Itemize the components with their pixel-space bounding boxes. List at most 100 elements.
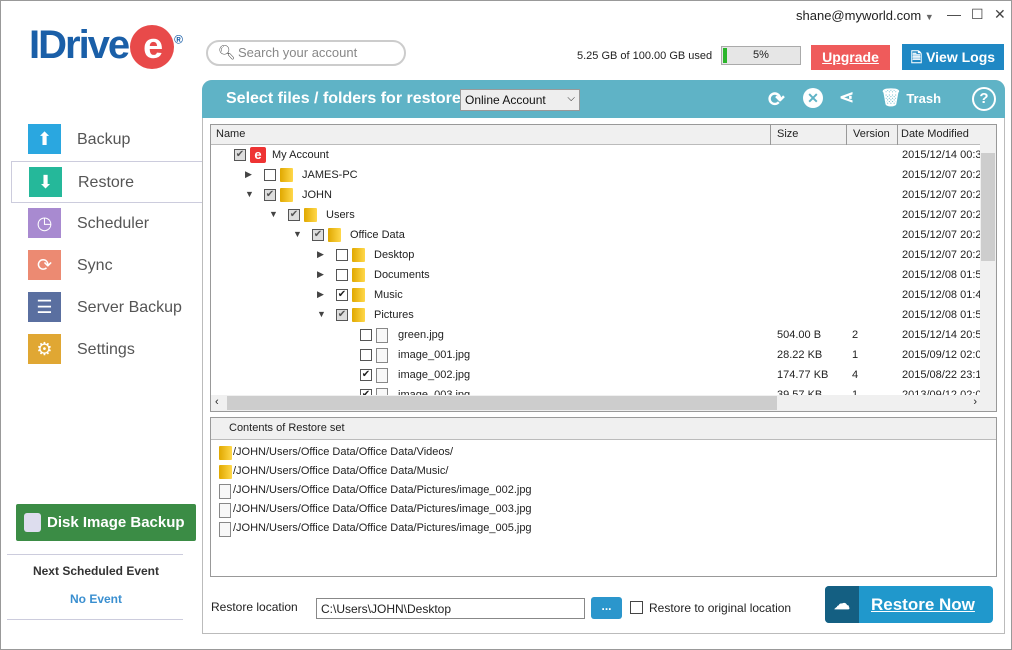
next-event-value: No Event <box>69 592 122 606</box>
maximize-button[interactable]: ☐ <box>971 6 984 23</box>
trash-icon: 🗑︎ <box>880 88 902 107</box>
checkbox[interactable] <box>360 329 372 341</box>
folder-icon <box>352 268 365 282</box>
tree-row[interactable]: ✔ e My Account 2015/12/14 00:3 <box>211 145 982 165</box>
share-icon[interactable]: ⋖ <box>839 87 854 108</box>
close-button[interactable]: ✕ <box>994 6 1006 23</box>
cancel-icon[interactable]: ✕ <box>803 88 823 108</box>
folder-icon <box>280 188 293 202</box>
expand-icon[interactable]: ▶ <box>317 269 324 280</box>
file-tree: Name Size Version Date Modified ✔ e My Acc… <box>210 124 997 412</box>
upgrade-button[interactable]: Upgrade <box>811 45 890 70</box>
expand-icon[interactable]: ▶ <box>245 169 252 180</box>
file-icon <box>376 368 388 383</box>
server-icon: ☰ <box>28 292 61 322</box>
file-icon <box>376 328 388 343</box>
restore-original-checkbox[interactable]: Restore to original location <box>630 601 791 615</box>
tree-row[interactable]: green.jpg 504.00 B 2 2015/12/14 20:5 <box>211 325 982 345</box>
tree-row[interactable]: ▼ ✔ Office Data 2015/12/07 20:2 <box>211 225 982 245</box>
row-date: 2015/12/07 20:2 <box>902 189 982 201</box>
collapse-icon[interactable]: ▼ <box>293 229 302 239</box>
restore-set-path: /JOHN/Users/Office Data/Office Data/Musi… <box>233 465 449 477</box>
hard-disk-icon <box>24 513 41 532</box>
expand-icon[interactable]: ▶ <box>317 289 324 300</box>
checkbox[interactable]: ✔ <box>312 229 324 241</box>
collapse-icon[interactable]: ▼ <box>317 309 326 319</box>
restore-location-input[interactable]: C:\Users\JOHN\Desktop <box>316 598 585 619</box>
tree-row[interactable]: ▶ JAMES-PC 2015/12/07 20:2 <box>211 165 982 185</box>
column-size[interactable]: Size <box>777 128 798 140</box>
search-input[interactable]: 🔍︎ Search your account <box>206 40 406 66</box>
sidebar-item-sync[interactable]: ⟳ Sync <box>11 245 203 287</box>
row-name: Pictures <box>374 309 414 321</box>
help-icon[interactable]: ? <box>972 87 996 111</box>
row-name: Desktop <box>374 249 415 261</box>
checkbox[interactable]: ✔ <box>336 289 348 301</box>
download-arrow-icon: ⬇ <box>29 167 62 197</box>
restore-set-path: /JOHN/Users/Office Data/Office Data/Pict… <box>233 484 532 496</box>
tree-row[interactable]: ▶ Desktop 2015/12/07 20:2 <box>211 245 982 265</box>
row-date: 2015/12/08 01:4 <box>902 289 982 301</box>
sidebar-item-restore[interactable]: ⬇ Restore <box>11 161 204 203</box>
horizontal-scrollbar[interactable]: ‹ › <box>211 395 996 411</box>
divider <box>7 619 183 620</box>
refresh-icon[interactable]: ⟳ <box>768 87 785 112</box>
view-logs-label: View Logs <box>926 49 996 65</box>
row-date: 2015/12/07 20:2 <box>902 209 982 221</box>
row-name: image_002.jpg <box>398 369 471 381</box>
column-name[interactable]: Name <box>216 128 245 140</box>
collapse-icon[interactable]: ▼ <box>245 189 254 199</box>
checkbox[interactable]: ✔ <box>288 209 300 221</box>
sidebar-item-label: Backup <box>77 131 131 148</box>
sidebar-item-server-backup[interactable]: ☰ Server Backup <box>11 287 203 329</box>
storage-percent: 5% <box>753 49 769 61</box>
row-name: green.jpg <box>398 329 444 341</box>
account-select[interactable]: Online Account ⌵ <box>460 89 580 111</box>
trash-button[interactable]: 🗑︎ Trash <box>880 88 941 108</box>
tree-row[interactable]: ✔ image_002.jpg 174.77 KB 4 2015/08/22 23:1 <box>211 365 982 385</box>
column-date-modified[interactable]: Date Modified <box>901 128 969 140</box>
file-icon <box>219 503 231 518</box>
row-size: 28.22 KB <box>777 349 823 361</box>
vertical-scrollbar[interactable] <box>980 125 996 395</box>
row-date: 2015/12/08 01:5 <box>902 269 982 281</box>
tree-row[interactable]: ▼ ✔ JOHN 2015/12/07 20:2 <box>211 185 982 205</box>
sidebar-item-backup[interactable]: ⬆ Backup <box>11 119 203 161</box>
panel-title: Select files / folders for restore <box>226 90 461 107</box>
checkbox[interactable] <box>336 269 348 281</box>
restore-now-button[interactable]: ☁ Restore Now <box>825 586 993 623</box>
storage-progress-fill <box>723 48 727 63</box>
checkbox[interactable] <box>360 349 372 361</box>
view-logs-button[interactable]: 🗎 View Logs <box>902 44 1004 70</box>
expand-icon[interactable]: ▶ <box>317 249 324 260</box>
sidebar-item-scheduler[interactable]: ◷ Scheduler <box>11 203 203 245</box>
account-menu[interactable]: shane@myworld.com ▼ <box>796 8 934 23</box>
tree-row[interactable]: ▼ ✔ Pictures 2015/12/08 01:5 <box>211 305 982 325</box>
minimize-button[interactable]: — <box>947 6 961 22</box>
restore-original-label: Restore to original location <box>649 601 792 615</box>
column-version[interactable]: Version <box>853 128 890 140</box>
folder-icon <box>280 168 293 182</box>
logo-e: e <box>130 25 175 69</box>
scroll-thumb[interactable] <box>227 396 777 410</box>
checkbox[interactable]: ✔ <box>234 149 246 161</box>
tree-row[interactable]: ▶ ✔ Music 2015/12/08 01:4 <box>211 285 982 305</box>
collapse-icon[interactable]: ▼ <box>269 209 278 219</box>
scroll-thumb[interactable] <box>981 153 995 261</box>
browse-button[interactable]: ... <box>591 597 622 619</box>
sidebar-item-label: Sync <box>77 257 113 274</box>
checkbox[interactable]: ✔ <box>264 189 276 201</box>
sidebar-item-settings[interactable]: ⚙ Settings <box>11 329 203 371</box>
divider <box>7 554 183 555</box>
disk-image-backup-button[interactable]: Disk Image Backup <box>16 504 196 541</box>
tree-row[interactable]: image_001.jpg 28.22 KB 1 2015/09/12 02:0 <box>211 345 982 365</box>
trash-label: Trash <box>906 91 942 106</box>
checkbox[interactable]: ✔ <box>360 369 372 381</box>
tree-row[interactable]: ▶ Documents 2015/12/08 01:5 <box>211 265 982 285</box>
checkbox[interactable] <box>264 169 276 181</box>
checkbox[interactable] <box>336 249 348 261</box>
tree-row[interactable]: ▼ ✔ Users 2015/12/07 20:2 <box>211 205 982 225</box>
restore-set-path: /JOHN/Users/Office Data/Office Data/Vide… <box>233 446 454 458</box>
checkbox[interactable]: ✔ <box>336 309 348 321</box>
checkbox[interactable] <box>630 601 643 614</box>
